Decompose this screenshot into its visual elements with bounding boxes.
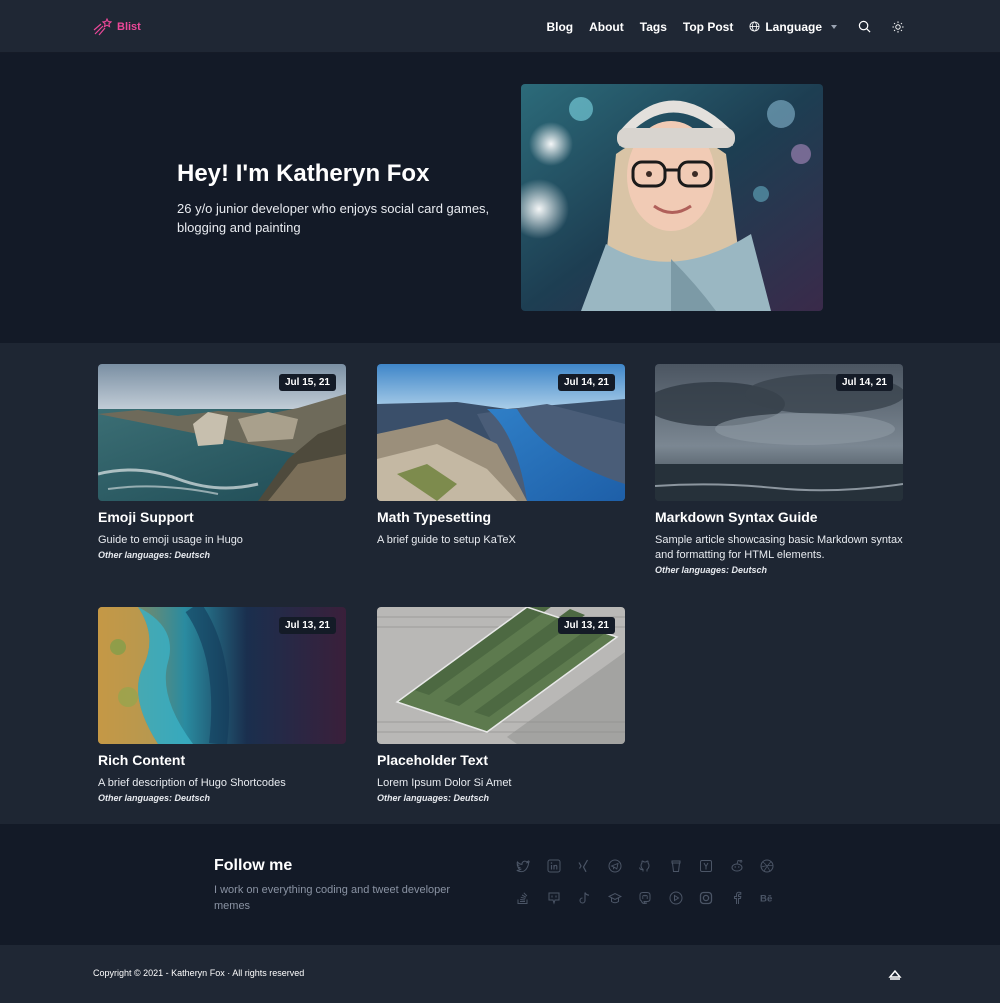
- hero-title: Hey! I'm Katheryn Fox: [177, 160, 430, 187]
- hero-subtitle: 26 y/o junior developer who enjoys socia…: [177, 201, 490, 235]
- language-dropdown[interactable]: Language: [749, 20, 837, 34]
- chevron-down-icon: [831, 24, 837, 29]
- top-navbar: Blist Blog About Tags Top Post Language: [0, 0, 1000, 53]
- hero-section: Hey! I'm Katheryn Fox 26 y/o junior deve…: [0, 53, 1000, 343]
- follow-title: Follow me: [214, 857, 293, 874]
- follow-subtitle: I work on everything coding and tweet de…: [214, 884, 451, 912]
- nav-link-about[interactable]: About: [589, 20, 624, 34]
- reddit-icon[interactable]: [729, 858, 745, 874]
- post-date-badge: Jul 15, 21: [278, 374, 336, 391]
- post-card[interactable]: Jul 13, 21 Rich Content A brief descript…: [98, 607, 346, 803]
- linkedin-icon[interactable]: [546, 858, 562, 874]
- brand-name: Blist: [117, 21, 141, 33]
- post-card[interactable]: Jul 15, 21 Emoji Support Guide to emoji …: [98, 364, 346, 560]
- nav-link-top-post[interactable]: Top Post: [683, 20, 733, 34]
- post-card[interactable]: Jul 14, 21 Markdown Syntax Guide Sample …: [655, 364, 903, 575]
- svg-text:Bē: Bē: [760, 894, 773, 905]
- facebook-icon[interactable]: [729, 890, 745, 906]
- post-description: A brief description of Hugo Shortcodes: [98, 777, 286, 789]
- youtube-icon[interactable]: [668, 890, 684, 906]
- nav-links: Blog About Tags Top Post Language: [530, 0, 905, 53]
- post-thumbnail: Jul 14, 21: [377, 364, 625, 501]
- nav-link-tags[interactable]: Tags: [640, 20, 667, 34]
- post-title[interactable]: Markdown Syntax Guide: [655, 509, 903, 525]
- post-description: Guide to emoji usage in Hugo: [98, 534, 243, 546]
- post-title[interactable]: Rich Content: [98, 752, 346, 768]
- globe-icon: [749, 21, 760, 32]
- brand-logo[interactable]: Blist: [93, 17, 141, 37]
- graduation-cap-icon[interactable]: [607, 890, 623, 906]
- post-date-badge: Jul 14, 21: [835, 374, 893, 391]
- github-icon[interactable]: [637, 858, 653, 874]
- post-description: A brief guide to setup KaTeX: [377, 534, 516, 546]
- post-thumbnail: Jul 14, 21: [655, 364, 903, 501]
- stackoverflow-icon[interactable]: [515, 890, 531, 906]
- language-label: Language: [765, 19, 822, 34]
- post-title[interactable]: Emoji Support: [98, 509, 346, 525]
- twitter-icon[interactable]: [515, 858, 531, 874]
- instagram-icon[interactable]: [698, 890, 714, 906]
- gitlab-icon[interactable]: [546, 890, 562, 906]
- behance-icon[interactable]: Bē: [759, 890, 775, 906]
- copyright-text: Copyright © 2021 - Katheryn Fox · All ri…: [93, 968, 305, 978]
- profile-photo: [521, 84, 823, 311]
- post-date-badge: Jul 13, 21: [557, 617, 615, 634]
- post-other-languages[interactable]: Other languages: Deutsch: [98, 550, 346, 560]
- post-description: Lorem Ipsum Dolor Si Amet: [377, 777, 512, 789]
- post-thumbnail: Jul 15, 21: [98, 364, 346, 501]
- post-date-badge: Jul 13, 21: [278, 617, 336, 634]
- hackernews-icon[interactable]: [698, 858, 714, 874]
- coffee-icon[interactable]: [668, 858, 684, 874]
- page-footer: Copyright © 2021 - Katheryn Fox · All ri…: [0, 945, 1000, 1003]
- dribbble-icon[interactable]: [759, 858, 775, 874]
- post-thumbnail: Jul 13, 21: [98, 607, 346, 744]
- nav-link-blog[interactable]: Blog: [546, 20, 573, 34]
- mastodon-icon[interactable]: [637, 890, 653, 906]
- telegram-icon[interactable]: [607, 858, 623, 874]
- post-description: Sample article showcasing basic Markdown…: [655, 534, 903, 561]
- post-other-languages[interactable]: Other languages: Deutsch: [377, 793, 625, 803]
- post-card[interactable]: Jul 13, 21 Placeholder Text Lorem Ipsum …: [377, 607, 625, 803]
- post-thumbnail: Jul 13, 21: [377, 607, 625, 744]
- post-title[interactable]: Placeholder Text: [377, 752, 625, 768]
- follow-section: Follow me I work on everything coding an…: [0, 824, 1000, 945]
- sun-icon[interactable]: [891, 20, 905, 34]
- shooting-star-icon: [93, 17, 113, 36]
- post-other-languages[interactable]: Other languages: Deutsch: [98, 793, 346, 803]
- post-title[interactable]: Math Typesetting: [377, 509, 625, 525]
- search-icon[interactable]: [857, 20, 871, 34]
- xing-icon[interactable]: [576, 858, 592, 874]
- tiktok-icon[interactable]: [576, 890, 592, 906]
- post-other-languages[interactable]: Other languages: Deutsch: [655, 565, 903, 575]
- arrow-up-icon[interactable]: [887, 967, 903, 981]
- post-date-badge: Jul 14, 21: [557, 374, 615, 391]
- post-card[interactable]: Jul 14, 21 Math Typesetting A brief guid…: [377, 364, 625, 548]
